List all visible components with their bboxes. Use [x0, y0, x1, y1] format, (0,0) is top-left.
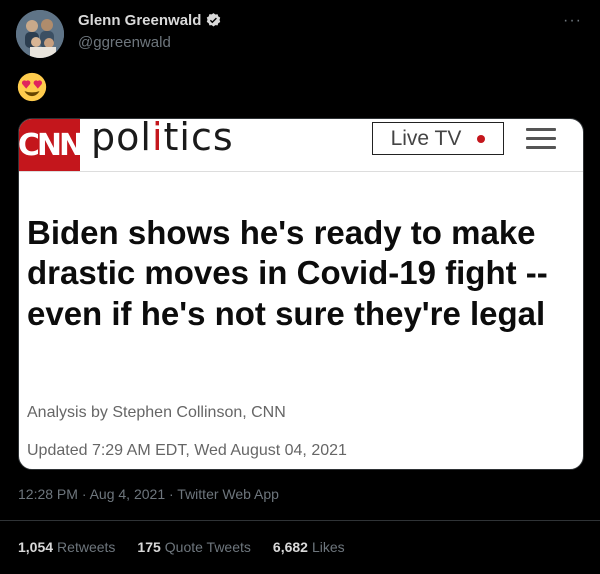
author-name-row[interactable]: Glenn Greenwald	[78, 12, 222, 29]
smiling-face-with-heart-eyes-icon	[17, 72, 47, 102]
cnn-logo: CNN	[19, 119, 84, 171]
retweets-label: Retweets	[57, 539, 116, 555]
live-dot-icon	[477, 134, 486, 143]
section-prefix: pol	[91, 118, 152, 159]
author-name[interactable]: Glenn Greenwald	[78, 12, 201, 29]
quote-tweets-label: Quote Tweets	[164, 539, 251, 555]
likes-label: Likes	[311, 539, 345, 555]
likes-stat[interactable]: 6,682 Likes	[273, 539, 345, 555]
live-tv-button[interactable]: Live TV	[372, 122, 504, 155]
link-preview-card[interactable]: CNN politics Live TV Biden shows he's re…	[18, 118, 584, 470]
quote-tweets-count: 175	[137, 539, 161, 555]
tweet-timestamp[interactable]: 12:28 PM · Aug 4, 2021 · Twitter Web App	[18, 486, 279, 502]
section-highlight: i	[151, 118, 164, 159]
likes-count: 6,682	[272, 539, 308, 555]
verified-badge-icon	[207, 13, 221, 27]
quote-tweets-stat[interactable]: 175 Quote Tweets	[137, 539, 251, 555]
live-tv-label: Live TV	[390, 126, 462, 150]
retweets-stat[interactable]: 1,054 Retweets	[18, 539, 115, 555]
section-suffix: tics	[163, 118, 234, 159]
tweet-stats: 1,054 Retweets 175 Quote Tweets 6,682 Likes	[18, 539, 345, 555]
retweets-count: 1,054	[18, 539, 54, 555]
article-headline: Biden shows he's ready to make drastic m…	[27, 214, 548, 332]
stats-divider	[0, 520, 600, 521]
avatar[interactable]	[16, 10, 64, 58]
article-updated: Updated 7:29 AM EDT, Wed August 04, 2021	[27, 442, 347, 459]
article-byline: Analysis by Stephen Collinson, CNN	[27, 404, 286, 421]
author-handle[interactable]: @ggreenwald	[78, 34, 171, 51]
more-options-icon[interactable]: ···	[563, 12, 582, 30]
avatar-photo	[16, 10, 64, 58]
header-divider	[19, 171, 583, 172]
section-title: politics	[91, 118, 234, 159]
menu-icon[interactable]	[526, 128, 556, 155]
